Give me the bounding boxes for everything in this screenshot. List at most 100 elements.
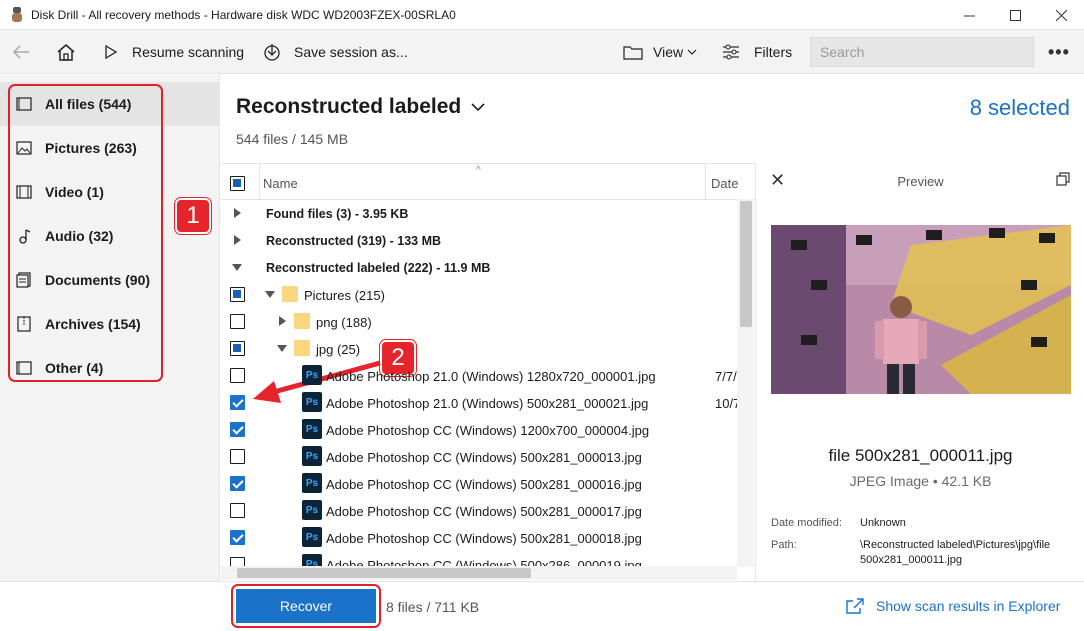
vertical-scrollbar[interactable] — [737, 199, 754, 567]
preview-filename: file 500x281_000011.jpg — [828, 446, 1013, 465]
window-title: Disk Drill - All recovery methods - Hard… — [31, 7, 456, 22]
folder-label: jpg (25) — [316, 342, 361, 357]
selected-count: 8 selected — [969, 95, 1070, 120]
recover-button[interactable]: Recover — [236, 589, 376, 623]
row-checkbox[interactable] — [230, 503, 245, 518]
file-list: ^ Name Date Found files (3) - 3.95 KB Re… — [221, 163, 755, 581]
expand-icon[interactable] — [234, 235, 241, 245]
page-subtitle: 544 files / 145 MB — [236, 131, 349, 147]
row-checkbox[interactable] — [230, 449, 245, 464]
file-name: Adobe Photoshop CC (Windows) 500x281_000… — [326, 531, 642, 546]
expand-icon[interactable] — [234, 208, 241, 218]
filters-label: Filters — [754, 43, 793, 60]
folder-row[interactable]: jpg (25) — [221, 335, 741, 362]
file-row[interactable]: Ps Adobe Photoshop 21.0 (Windows) 1280x7… — [221, 362, 741, 389]
file-name: Adobe Photoshop CC (Windows) 1200x700_00… — [326, 423, 650, 438]
save-download-icon — [264, 43, 280, 61]
file-name: Adobe Photoshop 21.0 (Windows) 500x281_0… — [326, 396, 649, 411]
folder-row[interactable]: Pictures (215) — [221, 281, 741, 308]
app-logo-icon — [10, 6, 24, 23]
scroll-thumb[interactable] — [740, 201, 752, 327]
file-row[interactable]: Ps Adobe Photoshop CC (Windows) 500x281_… — [221, 497, 741, 524]
group-label: Found files (3) - 3.95 KB — [266, 207, 409, 221]
row-checkbox[interactable] — [230, 530, 245, 545]
file-name: Adobe Photoshop 21.0 (Windows) 1280x720_… — [326, 369, 656, 384]
collapse-icon[interactable] — [265, 291, 275, 298]
group-row[interactable]: Found files (3) - 3.95 KB — [221, 200, 741, 227]
recover-summary: 8 files / 711 KB — [386, 599, 480, 615]
collapse-icon[interactable] — [232, 264, 242, 271]
page-title-text: Reconstructed labeled — [236, 95, 462, 118]
column-divider — [705, 164, 706, 200]
more-options-icon[interactable]: ••• — [1048, 42, 1070, 63]
photoshop-file-icon: Ps — [302, 500, 322, 520]
group-row[interactable]: Reconstructed (319) - 133 MB — [221, 227, 741, 254]
save-session-label: Save session as... — [294, 43, 408, 60]
folder-icon — [294, 340, 310, 356]
scroll-thumb[interactable] — [237, 568, 531, 578]
folder-label: Pictures (215) — [304, 288, 385, 303]
select-all-checkbox[interactable] — [230, 176, 245, 191]
photoshop-file-icon: Ps — [302, 392, 322, 412]
toolbar: Resume scanning Save session as... View … — [0, 30, 1084, 74]
resume-scanning-button[interactable]: Resume scanning — [104, 30, 244, 74]
sort-up-icon: ^ — [476, 165, 481, 176]
file-row[interactable]: Ps Adobe Photoshop CC (Windows) 500x281_… — [221, 524, 741, 551]
filters-button[interactable]: Filters — [722, 30, 792, 74]
row-checkbox[interactable] — [230, 341, 245, 356]
photoshop-file-icon: Ps — [302, 527, 322, 547]
column-header-date[interactable]: Date — [711, 176, 738, 191]
row-checkbox[interactable] — [230, 476, 245, 491]
group-label: Reconstructed (319) - 133 MB — [266, 234, 442, 248]
folder-icon — [294, 313, 310, 329]
play-icon — [105, 44, 118, 59]
resume-scanning-label: Resume scanning — [132, 43, 245, 60]
file-date: 7/7/ — [715, 369, 737, 384]
file-row[interactable]: Ps Adobe Photoshop CC (Windows) 500x281_… — [221, 470, 741, 497]
photoshop-file-icon: Ps — [302, 446, 322, 466]
row-checkbox[interactable] — [230, 287, 245, 302]
file-row[interactable]: Ps Adobe Photoshop 21.0 (Windows) 500x28… — [221, 389, 741, 416]
file-row[interactable]: Ps Adobe Photoshop CC (Windows) 1200x700… — [221, 416, 741, 443]
preview-pane: ✕ Preview file 500x281_000011.jpg JPEG I… — [755, 163, 1084, 581]
minimize-icon[interactable] — [946, 0, 992, 30]
folder-label: png (188) — [316, 315, 372, 330]
view-label: View — [653, 43, 684, 60]
date-modified-label: Date modified: — [771, 517, 842, 529]
folder-row[interactable]: png (188) — [221, 308, 741, 335]
row-checkbox[interactable] — [230, 314, 245, 329]
back-arrow-icon[interactable] — [12, 30, 30, 74]
filter-sliders-icon — [723, 44, 739, 59]
expand-icon[interactable] — [279, 316, 286, 326]
preview-title: Preview — [897, 174, 944, 189]
folder-view-icon — [623, 45, 643, 60]
page-title[interactable]: Reconstructed labeled — [236, 95, 485, 119]
title-bar: Disk Drill - All recovery methods - Hard… — [0, 0, 1084, 30]
group-row[interactable]: Reconstructed labeled (222) - 11.9 MB — [221, 254, 741, 281]
photoshop-file-icon: Ps — [302, 473, 322, 493]
photoshop-file-icon: Ps — [302, 419, 322, 439]
folder-icon — [282, 286, 298, 302]
show-in-explorer-link[interactable]: Show scan results in Explorer — [876, 598, 1060, 614]
file-row[interactable]: Ps Adobe Photoshop CC (Windows) 500x281_… — [221, 443, 741, 470]
view-menu-button[interactable]: View — [623, 30, 697, 74]
file-name: Adobe Photoshop CC (Windows) 500x281_000… — [326, 450, 642, 465]
row-checkbox[interactable] — [230, 368, 245, 383]
maximize-icon[interactable] — [992, 0, 1038, 30]
open-external-icon — [845, 597, 865, 618]
copy-icon[interactable] — [1056, 172, 1070, 189]
collapse-icon[interactable] — [277, 345, 287, 352]
home-icon[interactable] — [56, 30, 76, 74]
row-checkbox[interactable] — [230, 395, 245, 410]
row-checkbox[interactable] — [230, 422, 245, 437]
search-input[interactable]: Search — [810, 37, 1034, 67]
column-divider — [259, 164, 260, 200]
save-session-button[interactable]: Save session as... — [263, 30, 408, 74]
close-window-icon[interactable] — [1038, 0, 1084, 30]
column-header-name[interactable]: Name — [263, 176, 298, 191]
file-name: Adobe Photoshop CC (Windows) 500x281_000… — [326, 504, 642, 519]
window-controls — [946, 0, 1084, 30]
preview-file-kind: JPEG Image • 42.1 KB — [849, 473, 992, 489]
horizontal-scrollbar[interactable] — [221, 566, 737, 580]
photoshop-file-icon: Ps — [302, 365, 322, 385]
